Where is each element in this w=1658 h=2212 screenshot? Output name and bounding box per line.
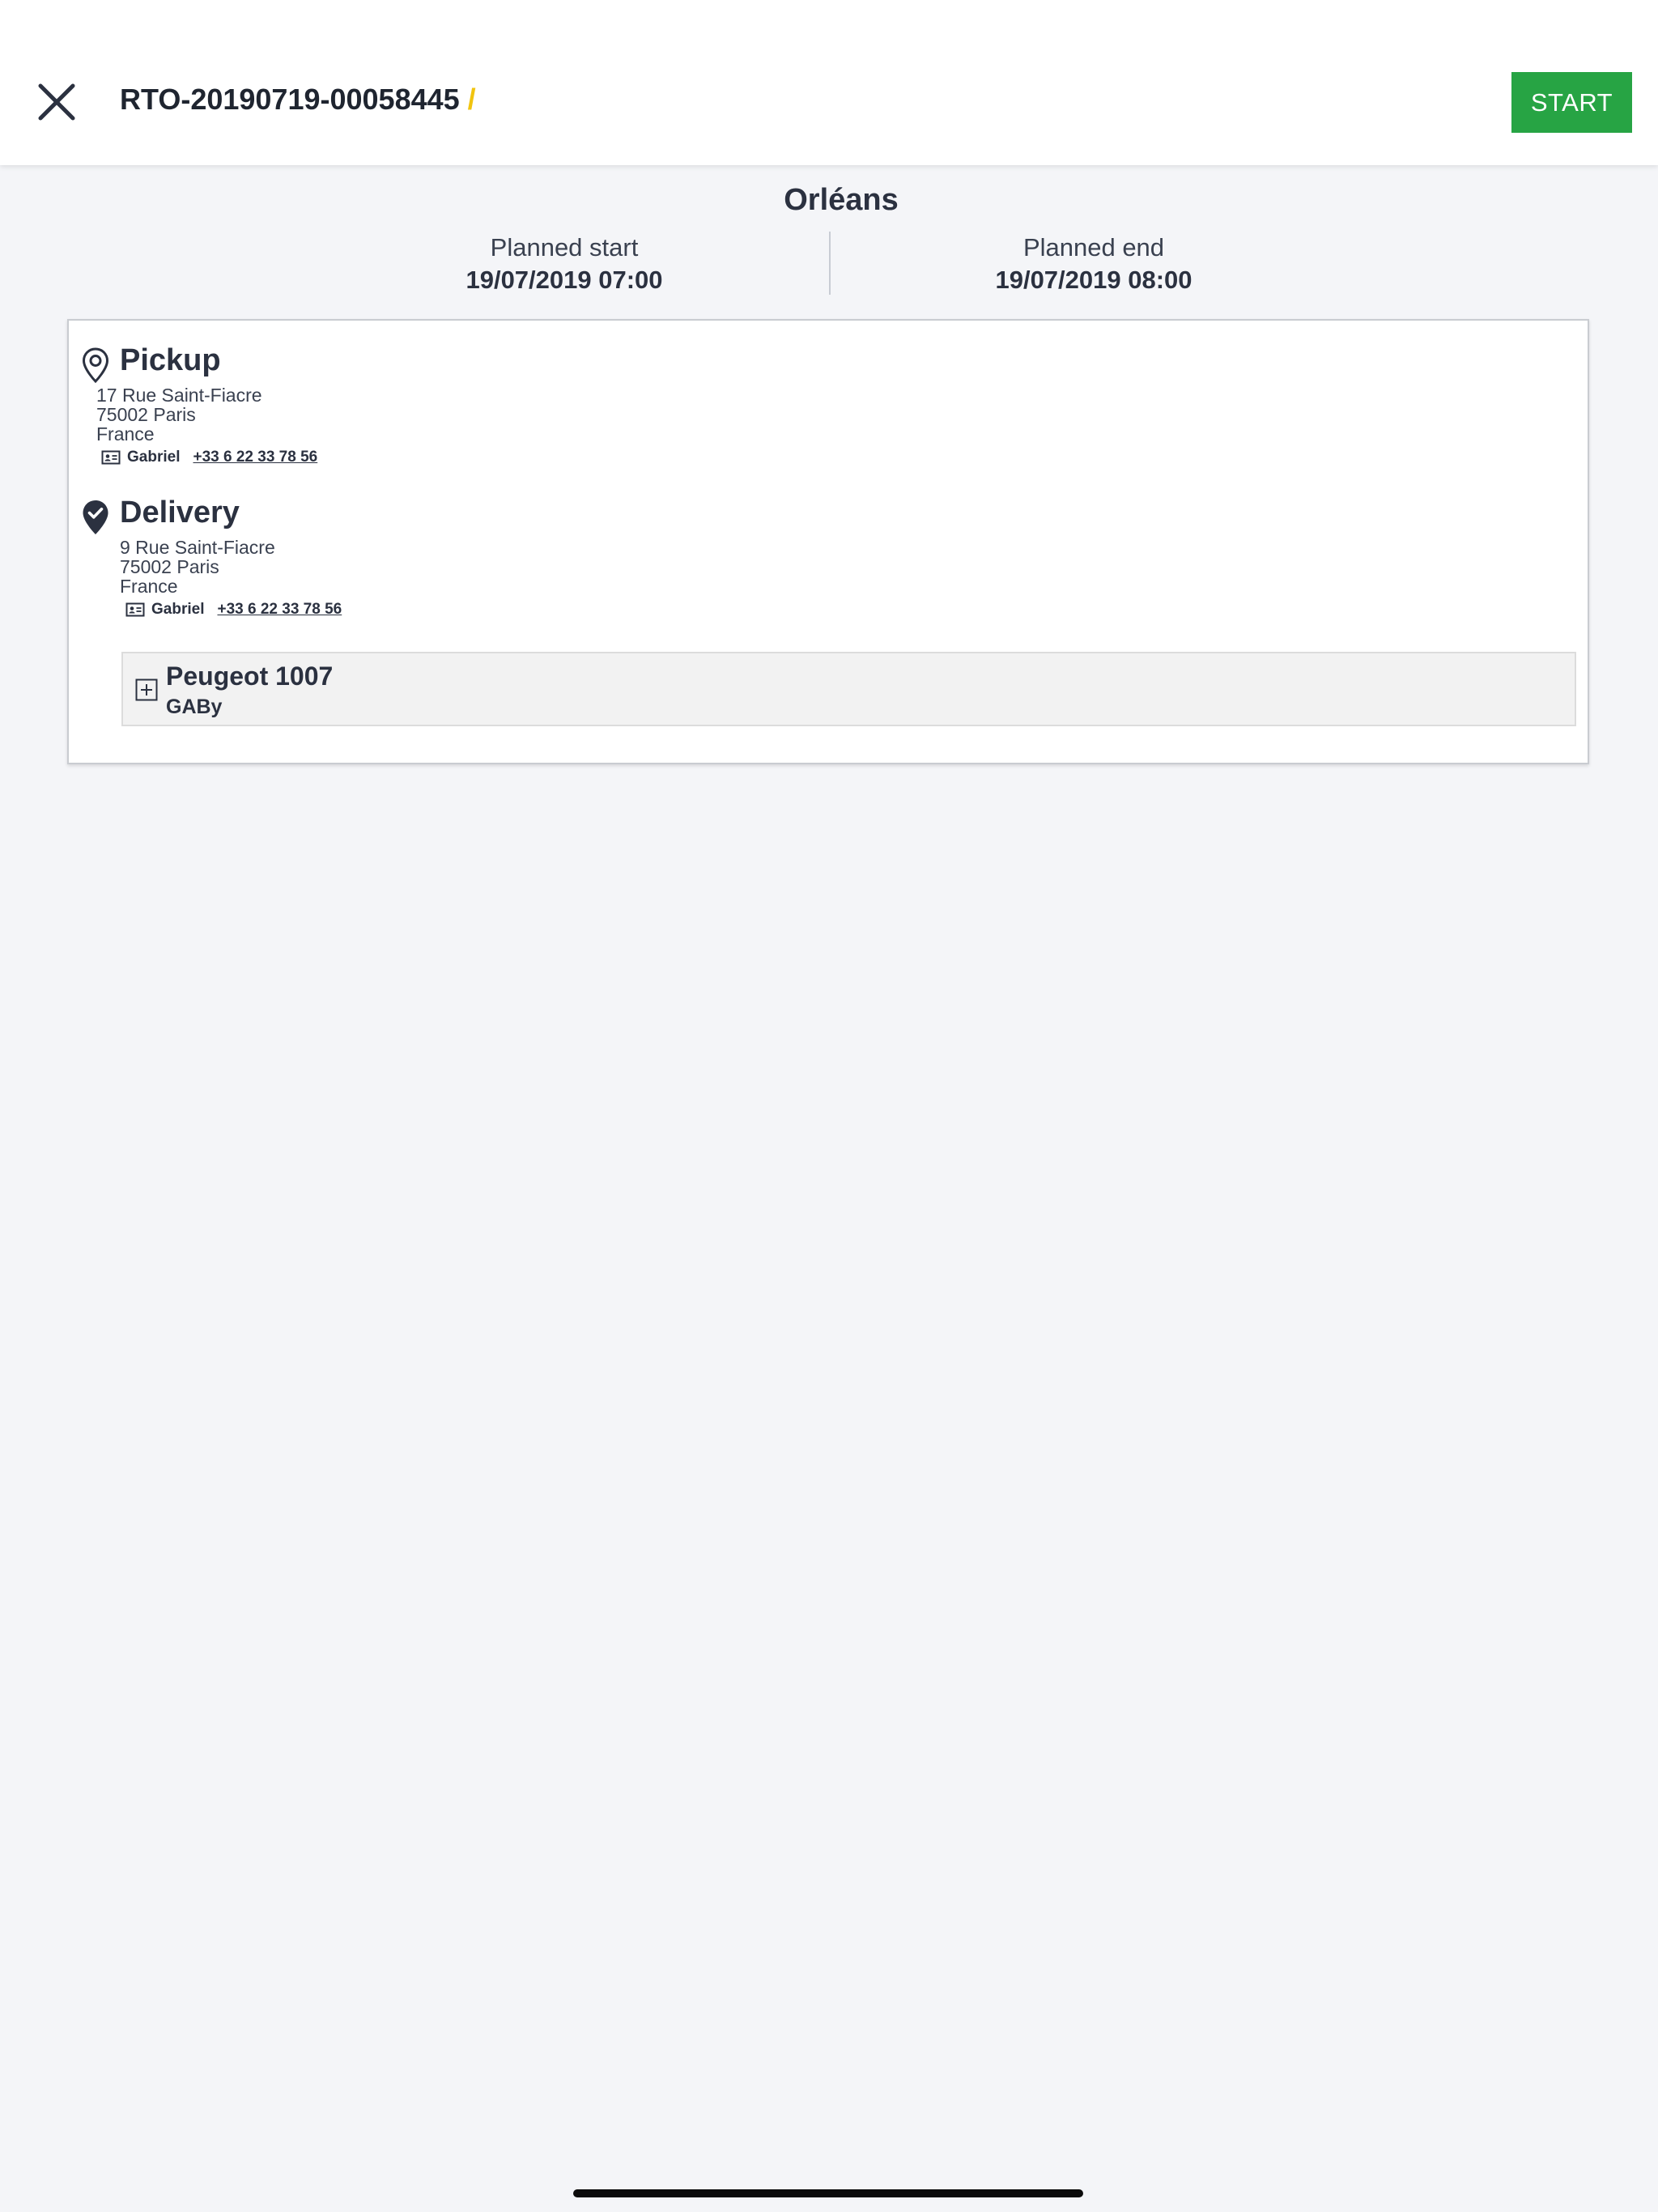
vehicle-plate: GABy bbox=[166, 696, 223, 718]
planned-end-value: 19/07/2019 08:00 bbox=[995, 266, 1192, 294]
delivery-address: 9 Rue Saint-Fiacre 75002 Paris France bbox=[120, 538, 275, 596]
pickup-title: Pickup bbox=[120, 343, 221, 377]
title-separator: / bbox=[467, 83, 476, 116]
stops-card: Pickup 17 Rue Saint-Fiacre 75002 Paris F… bbox=[67, 319, 1589, 764]
delivery-contact-name: Gabriel bbox=[151, 601, 205, 618]
start-button[interactable]: START bbox=[1511, 72, 1632, 133]
pickup-address-city: 75002 Paris bbox=[96, 404, 196, 425]
planned-end: Planned end 19/07/2019 08:00 bbox=[891, 232, 1296, 296]
delivery-contact-phone-link[interactable]: +33 6 22 33 78 56 bbox=[217, 601, 342, 619]
reference-number: RTO-20190719-00058445 bbox=[120, 83, 460, 116]
planned-end-label: Planned end bbox=[1022, 233, 1165, 262]
planned-start-value: 19/07/2019 07:00 bbox=[466, 266, 663, 294]
delivery-address-street: 9 Rue Saint-Fiacre bbox=[120, 537, 275, 558]
id-card-icon bbox=[125, 602, 145, 617]
id-card-icon bbox=[101, 450, 121, 465]
delivery-title: Delivery bbox=[120, 496, 240, 530]
pickup-address-country: France bbox=[96, 423, 155, 445]
pickup-address: 17 Rue Saint-Fiacre 75002 Paris France bbox=[96, 385, 262, 444]
page-title: RTO-20190719-00058445/ bbox=[120, 83, 476, 117]
map-pin-check-icon bbox=[83, 500, 108, 534]
vehicle-row[interactable]: Peugeot 1007 GABy bbox=[121, 652, 1576, 726]
pickup-contact-phone-link[interactable]: +33 6 22 33 78 56 bbox=[193, 449, 317, 466]
close-button[interactable] bbox=[29, 71, 84, 133]
planned-start-label: Planned start bbox=[490, 233, 639, 262]
pickup-address-street: 17 Rue Saint-Fiacre bbox=[96, 385, 262, 406]
home-indicator[interactable] bbox=[573, 2189, 1083, 2197]
top-bar: RTO-20190719-00058445/ START bbox=[0, 0, 1658, 165]
pickup-contact-name: Gabriel bbox=[127, 449, 181, 466]
map-pin-outline-icon bbox=[82, 347, 109, 384]
delivery-contact: Gabriel +33 6 22 33 78 56 bbox=[125, 601, 342, 619]
plus-square-icon[interactable] bbox=[135, 678, 158, 701]
vehicle-name: Peugeot 1007 bbox=[166, 661, 334, 691]
planned-start: Planned start 19/07/2019 07:00 bbox=[362, 232, 767, 296]
delivery-address-city: 75002 Paris bbox=[120, 556, 219, 577]
pickup-contact: Gabriel +33 6 22 33 78 56 bbox=[101, 449, 317, 466]
close-icon bbox=[38, 83, 75, 121]
city-title: Orléans bbox=[784, 183, 899, 217]
delivery-address-country: France bbox=[120, 576, 178, 597]
planned-divider bbox=[829, 232, 831, 295]
